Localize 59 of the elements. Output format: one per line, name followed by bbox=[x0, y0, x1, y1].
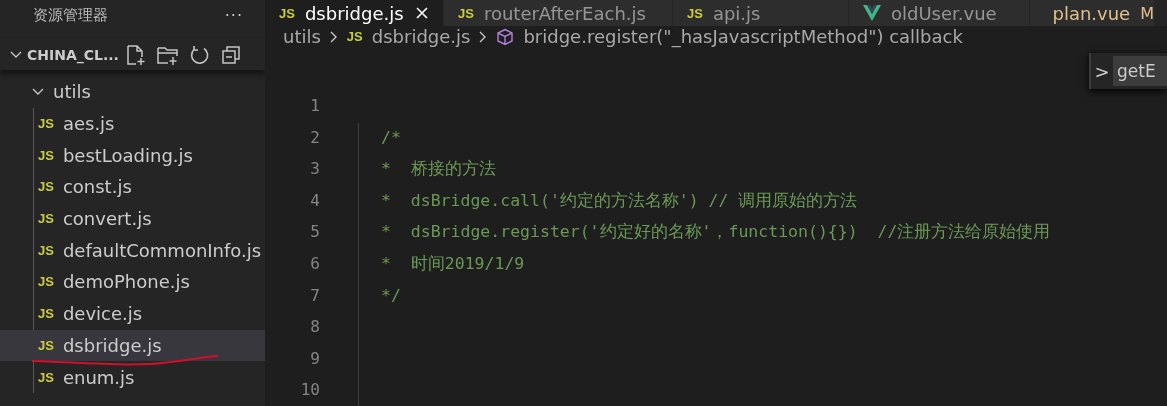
collapse-all-icon bbox=[219, 43, 242, 66]
code-comment-line: * 时间2019/1/9 bbox=[381, 254, 525, 274]
code-comment-line: * 桥接的方法 bbox=[381, 159, 496, 179]
project-header[interactable]: CHINA_CL... bbox=[0, 39, 265, 70]
js-file-icon: JS bbox=[279, 5, 295, 21]
file-item[interactable]: JS convert.js bbox=[34, 202, 265, 235]
line-number: 7 bbox=[309, 284, 320, 307]
breadcrumb-item[interactable]: bridge.register("_hasJavascriptMethod") callback bbox=[496, 26, 963, 48]
line-number: 10 bbox=[299, 379, 320, 402]
refresh-icon bbox=[188, 43, 211, 66]
js-file-icon: JS bbox=[38, 337, 54, 353]
code-comment-line: * dsBridge.register('约定好的名称'，function(){}) //注册方法给原始使用 bbox=[381, 222, 1051, 242]
close-icon bbox=[415, 6, 429, 21]
modified-label: M bbox=[1140, 3, 1154, 23]
js-file-icon: JS bbox=[346, 29, 363, 45]
file-item[interactable]: JS const.js bbox=[34, 171, 265, 203]
code-comment-line: * dsBridge.call('约定的方法名称') // 调用原始的方法 bbox=[381, 190, 858, 210]
js-file-icon: JS bbox=[38, 369, 54, 385]
file-item[interactable]: JS bestLoading.js bbox=[34, 139, 265, 172]
js-file-icon: JS bbox=[458, 5, 474, 21]
folder-item[interactable]: utils bbox=[0, 76, 265, 108]
js-file-icon: JS bbox=[38, 306, 54, 322]
line-number: 8 bbox=[309, 316, 320, 339]
line-number: 9 bbox=[309, 347, 320, 370]
file-item[interactable]: JS demoPhone.js bbox=[34, 266, 265, 298]
js-file-icon: JS bbox=[687, 5, 703, 21]
explorer-title: 资源管理器 bbox=[33, 5, 108, 25]
code-comment-line: */ bbox=[381, 285, 401, 305]
editor-tab[interactable]: JS api.js bbox=[673, 0, 849, 27]
line-number: 2 bbox=[309, 126, 320, 149]
js-file-icon: JS bbox=[38, 116, 54, 132]
line-number: 1 bbox=[309, 95, 320, 118]
file-item[interactable]: JS defaultCommonInfo.js bbox=[34, 234, 265, 267]
js-file-icon: JS bbox=[38, 242, 54, 258]
line-number: 3 bbox=[309, 158, 320, 181]
file-item[interactable]: JS enum.js bbox=[34, 361, 265, 393]
code-comment-line: /* bbox=[381, 127, 401, 147]
editor-tab[interactable]: JS routerAfterEach.js bbox=[444, 0, 673, 27]
close-tab-button[interactable] bbox=[415, 6, 429, 21]
new-file-icon bbox=[124, 43, 147, 66]
js-file-icon: JS bbox=[38, 274, 54, 290]
editor-tab[interactable]: oldUser.vue bbox=[849, 0, 1030, 27]
breadcrumb-item[interactable]: JS dsbridge.js bbox=[346, 26, 471, 48]
vue-icon bbox=[863, 5, 881, 22]
file-item[interactable]: JS device.js bbox=[34, 297, 265, 330]
js-file-icon: JS bbox=[38, 179, 54, 195]
js-file-icon: JS bbox=[38, 211, 54, 227]
cube-icon bbox=[496, 27, 515, 46]
line-number: 5 bbox=[309, 221, 320, 244]
js-file-icon: JS bbox=[38, 147, 54, 163]
editor-tab[interactable]: plan.vue M bbox=[1030, 0, 1154, 27]
line-number: 6 bbox=[309, 253, 320, 276]
toggle-replace-button[interactable]: > bbox=[1091, 60, 1113, 82]
more-actions-button[interactable]: ··· bbox=[224, 5, 243, 25]
editor-tab[interactable]: JS dsbridge.js bbox=[265, 0, 444, 27]
find-input-field[interactable]: getE bbox=[1113, 56, 1167, 87]
breadcrumb-item[interactable]: utils bbox=[283, 26, 321, 48]
line-number: 4 bbox=[309, 189, 320, 212]
file-item[interactable]: JS aes.js bbox=[34, 107, 265, 140]
